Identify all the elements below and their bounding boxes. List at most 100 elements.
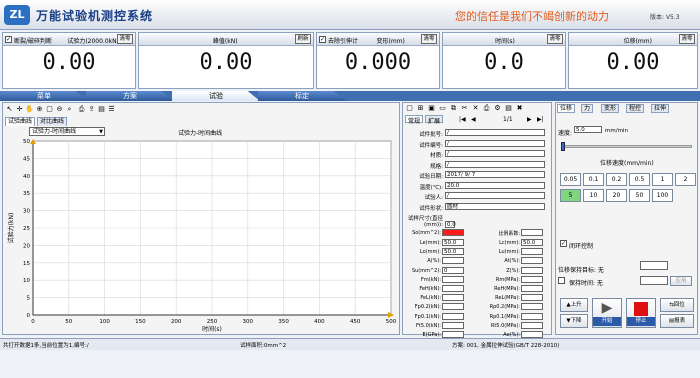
field-input[interactable]: 20.0 (445, 181, 545, 189)
result-value[interactable] (442, 303, 464, 311)
open-icon[interactable]: ⊞ (416, 104, 425, 113)
closed-loop-checkbox[interactable]: ✓ (560, 240, 567, 247)
hold-time-checkbox[interactable] (558, 277, 565, 284)
crosshair-icon[interactable]: ✛ (15, 105, 24, 114)
speed-preset-button[interactable]: 5 (560, 189, 581, 202)
nav-last-icon[interactable]: ▶| (537, 116, 544, 123)
stop-button[interactable]: 停止 (626, 298, 656, 328)
up-button[interactable]: ▲上升 (560, 298, 588, 312)
ratio-select[interactable] (521, 229, 543, 236)
report-button[interactable]: ▤报表 (660, 314, 694, 328)
speed-preset-button[interactable]: 2 (675, 173, 696, 186)
hold-target-input[interactable] (640, 261, 668, 270)
result-value[interactable] (521, 275, 543, 283)
form-tab-extended[interactable]: 扩展 (425, 115, 444, 125)
tab-test[interactable]: 试验 (172, 91, 260, 101)
result-value[interactable]: 50.0 (442, 239, 464, 246)
result-value[interactable] (521, 312, 543, 320)
result-value[interactable] (521, 294, 543, 302)
control-tab[interactable]: 力 (581, 104, 594, 113)
speed-preset-button[interactable]: 0.1 (583, 173, 604, 186)
speed-input[interactable]: 5.0 (574, 126, 602, 133)
search-icon[interactable]: ⌕ (65, 105, 74, 114)
zoom-in-icon[interactable]: ⊕ (35, 105, 44, 114)
result-value[interactable] (521, 248, 543, 256)
zoom-region-icon[interactable]: ▢ (45, 105, 54, 114)
down-button[interactable]: ▼下降 (560, 314, 588, 328)
nav-prev-icon[interactable]: ◀ (471, 116, 476, 123)
result-value[interactable] (521, 331, 543, 338)
subtab-compare-curve[interactable]: 对比曲线 (37, 117, 68, 126)
gauge-checkbox[interactable]: ✓ (319, 36, 326, 43)
result-value[interactable]: 0 (442, 266, 464, 274)
field-input[interactable]: / (445, 192, 545, 199)
diameter-input[interactable]: 0.0 (445, 221, 456, 228)
tab-menu[interactable]: 菜单 (0, 91, 88, 101)
speed-preset-button[interactable]: 0.5 (629, 173, 650, 186)
settings-icon[interactable]: ⚙ (493, 104, 502, 113)
hand-icon[interactable]: ✋ (25, 105, 34, 114)
control-tab[interactable]: 变形 (601, 104, 620, 113)
start-button[interactable]: ▶ 开始 (592, 298, 622, 328)
gauge-reset-button[interactable]: 清零 (421, 34, 437, 44)
copy-icon[interactable]: ⧉ (449, 104, 458, 113)
gauge-checkbox[interactable]: ✓ (5, 36, 12, 43)
return-button[interactable]: ⇆回位 (660, 298, 694, 312)
apply-button[interactable]: 应用 (670, 276, 692, 286)
nav-next-icon[interactable]: ▶ (527, 116, 532, 123)
hold-time-input[interactable] (640, 276, 668, 285)
save-icon[interactable]: ▣ (427, 104, 436, 113)
result-value[interactable] (442, 331, 464, 338)
speed-slider-track[interactable] (562, 145, 692, 148)
close-icon[interactable]: ✖ (515, 104, 524, 113)
speed-preset-button[interactable]: 0.05 (560, 173, 581, 186)
field-input[interactable]: / (445, 150, 545, 157)
folder-icon[interactable]: ▭ (438, 104, 447, 113)
gauge-reset-button[interactable]: 清零 (117, 34, 133, 44)
print-icon[interactable]: ⎙ (77, 105, 86, 114)
result-value[interactable] (442, 285, 464, 292)
field-input[interactable]: 圆材 (445, 202, 545, 210)
speed-slider-thumb[interactable] (561, 142, 565, 151)
speed-preset-button[interactable]: 20 (606, 189, 627, 202)
result-value[interactable] (442, 321, 464, 329)
result-value[interactable] (521, 257, 543, 265)
cut-icon[interactable]: ✂ (460, 104, 469, 113)
gauge-reset-button[interactable]: 清零 (679, 34, 695, 44)
result-value[interactable] (442, 294, 464, 302)
result-value[interactable] (442, 257, 464, 265)
zoom-out-icon[interactable]: ⊖ (55, 105, 64, 114)
result-value[interactable]: 50.0 (442, 248, 464, 256)
tab-scheme[interactable]: 方案 (86, 91, 174, 101)
control-tab[interactable]: 拉伸 (651, 104, 670, 113)
image-icon[interactable]: ▤ (504, 104, 513, 113)
nav-first-icon[interactable]: |◀ (459, 116, 466, 123)
result-value[interactable]: 50.0 (521, 239, 543, 246)
list-icon[interactable]: ☰ (107, 105, 116, 114)
subtab-test-curve[interactable]: 试验曲线 (5, 117, 36, 126)
field-input[interactable]: / (445, 160, 545, 168)
image-icon[interactable]: ▤ (97, 105, 106, 114)
result-value[interactable] (521, 285, 543, 292)
speed-preset-button[interactable]: 0.2 (606, 173, 627, 186)
result-value[interactable] (442, 312, 464, 320)
speed-preset-button[interactable]: 50 (629, 189, 650, 202)
print-icon[interactable]: ⎙ (482, 104, 491, 113)
form-tab-general[interactable]: 常规 (405, 115, 424, 125)
so-input[interactable] (442, 229, 464, 236)
new-icon[interactable]: ▢ (405, 104, 414, 113)
field-input[interactable]: / (445, 139, 545, 147)
speed-preset-button[interactable]: 10 (583, 189, 604, 202)
field-input[interactable]: 2017/ 9/ 7 (445, 171, 545, 178)
result-value[interactable] (521, 266, 543, 274)
result-value[interactable] (521, 303, 543, 311)
result-value[interactable] (442, 275, 464, 283)
speed-preset-button[interactable]: 100 (652, 189, 673, 202)
gauge-reset-button[interactable]: 刷新 (295, 34, 311, 44)
gauge-reset-button[interactable]: 清零 (547, 34, 563, 44)
export-icon[interactable]: ⇪ (87, 105, 96, 114)
field-input[interactable]: / (445, 129, 545, 136)
control-tab[interactable]: 位移 (557, 104, 576, 113)
control-tab[interactable]: 程控 (626, 104, 645, 113)
speed-preset-button[interactable]: 1 (652, 173, 673, 186)
